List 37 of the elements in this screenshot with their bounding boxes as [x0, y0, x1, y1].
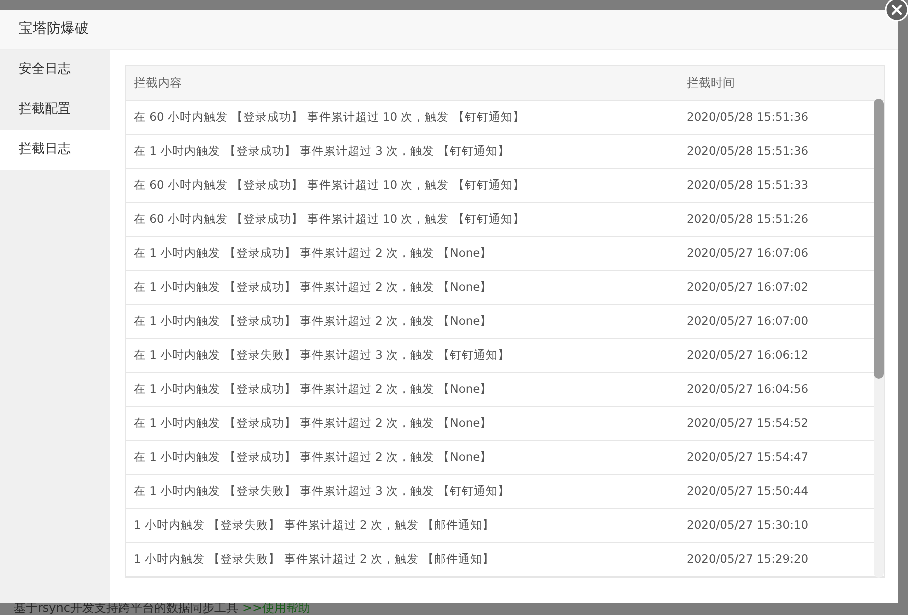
- table-cell-text: 2020/05/27 15:50:44: [687, 482, 809, 500]
- dialog-title: 宝塔防爆破: [19, 20, 89, 39]
- sidebar-tab[interactable]: 拦截配置: [0, 90, 110, 130]
- table-cell-text: 在 1 小时内触发 【登录成功】 事件累计超过 2 次，触发 【None】: [133, 312, 494, 330]
- sidebar-tab[interactable]: 安全日志: [0, 50, 110, 90]
- table-cell-text: 2020/05/28 15:51:33: [687, 176, 809, 194]
- table-cell-text: 在 1 小时内触发 【登录失败】 事件累计超过 3 次，触发 【钉钉通知】: [133, 482, 512, 500]
- table-cell-text: 2020/05/28 15:51:36: [687, 142, 809, 160]
- table-cell-text: 2020/05/27 15:54:52: [687, 414, 809, 432]
- table-cell-text: 在 1 小时内触发 【登录成功】 事件累计超过 2 次，触发 【None】: [133, 244, 494, 262]
- table-cell-text: 2020/05/28 15:51:36: [687, 108, 809, 126]
- table-cell-text: 2020/05/27 16:06:12: [687, 346, 809, 364]
- table-cell-text: 2020/05/27 15:54:47: [687, 448, 809, 466]
- table-cell-text: 2020/05/27 16:07:00: [687, 312, 809, 330]
- table-cell-text: 2020/05/27 15:30:10: [687, 516, 809, 534]
- column-header: 拦截时间: [687, 75, 735, 92]
- column-header: 拦截内容: [133, 75, 183, 92]
- scrollbar[interactable]: [874, 99, 884, 578]
- sidebar-tab[interactable]: 拦截日志: [0, 130, 110, 170]
- close-icon[interactable]: [885, 0, 908, 22]
- table-cell-text: 在 1 小时内触发 【登录成功】 事件累计超过 3 次，触发 【钉钉通知】: [133, 142, 512, 160]
- table-cell-text: 在 60 小时内触发 【登录成功】 事件累计超过 10 次，触发 【钉钉通知】: [133, 210, 526, 228]
- table-cell-text: 2020/05/27 15:29:20: [687, 550, 809, 568]
- table-cell-text: 2020/05/27 16:04:56: [687, 380, 809, 398]
- table-cell-text: 在 1 小时内触发 【登录成功】 事件累计超过 2 次，触发 【None】: [133, 448, 494, 466]
- table-cell-text: 2020/05/28 15:51:26: [687, 210, 809, 228]
- scrollbar-thumb[interactable]: [874, 99, 884, 379]
- table-cell-text: 1 小时内触发 【登录失败】 事件累计超过 2 次，触发 【邮件通知】: [133, 550, 496, 568]
- table-cell-text: 在 1 小时内触发 【登录成功】 事件累计超过 2 次，触发 【None】: [133, 278, 494, 296]
- table-cell-text: 在 60 小时内触发 【登录成功】 事件累计超过 10 次，触发 【钉钉通知】: [133, 176, 526, 194]
- table-cell-text: 在 1 小时内触发 【登录成功】 事件累计超过 2 次，触发 【None】: [133, 380, 494, 398]
- table-cell-text: 2020/05/27 16:07:06: [687, 244, 809, 262]
- table-cell-text: 2020/05/27 16:07:02: [687, 278, 809, 296]
- table-cell-text: 在 1 小时内触发 【登录失败】 事件累计超过 3 次，触发 【钉钉通知】: [133, 346, 512, 364]
- table-cell-text: 在 60 小时内触发 【登录成功】 事件累计超过 10 次，触发 【钉钉通知】: [133, 108, 526, 126]
- table-cell-text: 在 1 小时内触发 【登录成功】 事件累计超过 2 次，触发 【None】: [133, 414, 494, 432]
- table-cell-text: 1 小时内触发 【登录失败】 事件累计超过 2 次，触发 【邮件通知】: [133, 516, 496, 534]
